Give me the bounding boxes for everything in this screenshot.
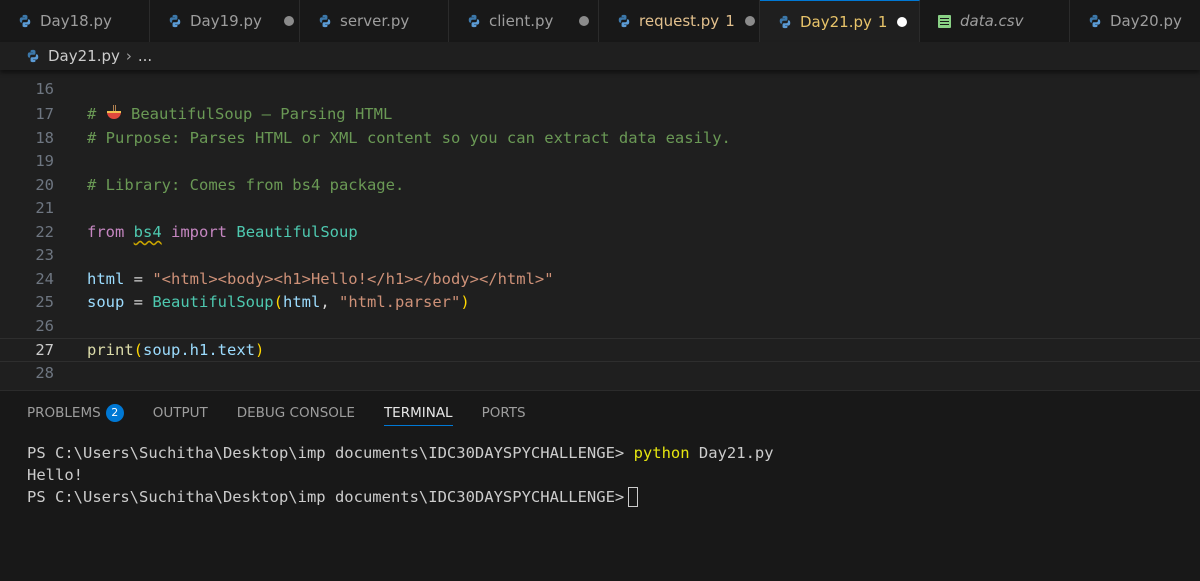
line-number: 23 <box>35 246 54 264</box>
unsaved-dot-icon[interactable] <box>579 16 590 26</box>
code-editor[interactable]: 16 17 # BeautifulSoup – Parsing HTML 18 … <box>0 70 1200 390</box>
python-icon <box>26 49 40 63</box>
tab-output[interactable]: OUTPUT <box>153 391 208 435</box>
code-text: html = "<html><body><h1>Hello!</h1></bod… <box>87 270 554 288</box>
bottom-panel: PROBLEMS 2 OUTPUT DEBUG CONSOLE TERMINAL… <box>0 390 1200 581</box>
line-number: 26 <box>35 317 54 335</box>
code-line: 28 <box>0 362 1200 386</box>
tab-label: server.py <box>340 12 410 30</box>
tab-label: Day19.py <box>190 12 262 30</box>
tab-label: data.csv <box>960 12 1024 30</box>
tab-day19[interactable]: Day19.py <box>150 0 300 42</box>
code-text: from bs4 import BeautifulSoup <box>87 223 358 241</box>
code-line: 22 from bs4 import BeautifulSoup <box>0 221 1200 245</box>
python-icon <box>318 14 332 28</box>
breadcrumb: Day21.py › ... <box>0 42 1200 70</box>
tab-server[interactable]: server.py <box>300 0 449 42</box>
terminal[interactable]: PS C:\Users\Suchitha\Desktop\imp documen… <box>27 442 774 508</box>
tab-label: Day20.py <box>1110 12 1182 30</box>
panel-tab-bar: PROBLEMS 2 OUTPUT DEBUG CONSOLE TERMINAL… <box>0 391 1200 435</box>
tab-ports[interactable]: PORTS <box>482 391 526 435</box>
code-text: soup = BeautifulSoup(html, "html.parser"… <box>87 293 470 311</box>
ramen-bowl-icon <box>106 105 121 119</box>
line-number: 16 <box>35 80 54 98</box>
tab-label: Day21.py <box>800 12 872 31</box>
problem-count: 1 <box>877 12 888 31</box>
line-number: 19 <box>35 152 54 170</box>
python-icon <box>617 14 631 28</box>
chevron-right-icon: › <box>125 47 132 65</box>
python-icon <box>778 15 792 29</box>
problems-badge: 2 <box>105 404 124 422</box>
code-line: 18 # Purpose: Parses HTML or XML content… <box>0 127 1200 151</box>
code-line: 17 # BeautifulSoup – Parsing HTML <box>0 103 1200 127</box>
tab-client[interactable]: client.py <box>449 0 599 42</box>
tab-terminal[interactable]: TERMINAL <box>383 391 453 435</box>
csv-table-icon <box>938 14 951 28</box>
tab-data-csv[interactable]: data.csv <box>920 0 1070 42</box>
tab-label: client.py <box>489 12 554 30</box>
unsaved-dot-icon[interactable] <box>897 16 908 27</box>
code-line: 26 <box>0 315 1200 339</box>
line-number: 18 <box>35 129 54 147</box>
line-number: 25 <box>35 293 54 311</box>
tab-request[interactable]: request.py 1 <box>599 0 760 42</box>
terminal-output: Hello! <box>27 466 83 484</box>
tab-label: Day18.py <box>40 12 112 30</box>
code-text: # BeautifulSoup – Parsing HTML <box>87 105 393 123</box>
line-number: 21 <box>35 199 54 217</box>
line-number: 20 <box>35 176 54 194</box>
code-line: 20 # Library: Comes from bs4 package. <box>0 174 1200 198</box>
terminal-prompt: PS C:\Users\Suchitha\Desktop\imp documen… <box>27 486 774 508</box>
problem-count: 1 <box>725 12 735 30</box>
tab-day21[interactable]: Day21.py 1 <box>760 0 920 42</box>
warning-squiggle: bs4 <box>133 223 162 241</box>
python-icon <box>467 14 481 28</box>
python-icon <box>168 14 182 28</box>
code-text: # Purpose: Parses HTML or XML content so… <box>87 129 731 147</box>
breadcrumb-symbols[interactable]: ... <box>138 47 152 65</box>
code-line: 16 <box>0 78 1200 102</box>
tab-day18[interactable]: Day18.py <box>0 0 150 42</box>
tab-problems[interactable]: PROBLEMS 2 <box>27 391 124 435</box>
tab-label: request.py <box>639 12 720 30</box>
line-number: 28 <box>35 364 54 382</box>
python-icon <box>18 14 32 28</box>
unsaved-dot-icon[interactable] <box>283 16 294 26</box>
breadcrumb-file[interactable]: Day21.py <box>48 47 120 65</box>
tab-debug-console[interactable]: DEBUG CONSOLE <box>237 391 355 435</box>
terminal-cursor <box>628 487 639 507</box>
editor-tab-bar: Day18.py Day19.py server.py client.py re… <box>0 0 1200 43</box>
unsaved-dot-icon[interactable] <box>744 16 755 26</box>
code-line: 23 <box>0 244 1200 268</box>
code-line: 25 soup = BeautifulSoup(html, "html.pars… <box>0 291 1200 315</box>
code-line: 21 <box>0 197 1200 221</box>
code-text: # Library: Comes from bs4 package. <box>87 176 405 194</box>
terminal-line: PS C:\Users\Suchitha\Desktop\imp documen… <box>27 444 774 462</box>
code-line: 24 html = "<html><body><h1>Hello!</h1></… <box>0 268 1200 292</box>
line-number: 17 <box>35 105 54 123</box>
code-text: print(soup.h1.text) <box>87 341 265 359</box>
line-number: 22 <box>35 223 54 241</box>
current-code-line: 27 print(soup.h1.text) <box>0 338 1200 362</box>
line-number: 27 <box>35 341 54 359</box>
tab-day20[interactable]: Day20.py <box>1070 0 1200 42</box>
python-icon <box>1088 14 1102 28</box>
code-line: 19 <box>0 150 1200 174</box>
line-number: 24 <box>35 270 54 288</box>
